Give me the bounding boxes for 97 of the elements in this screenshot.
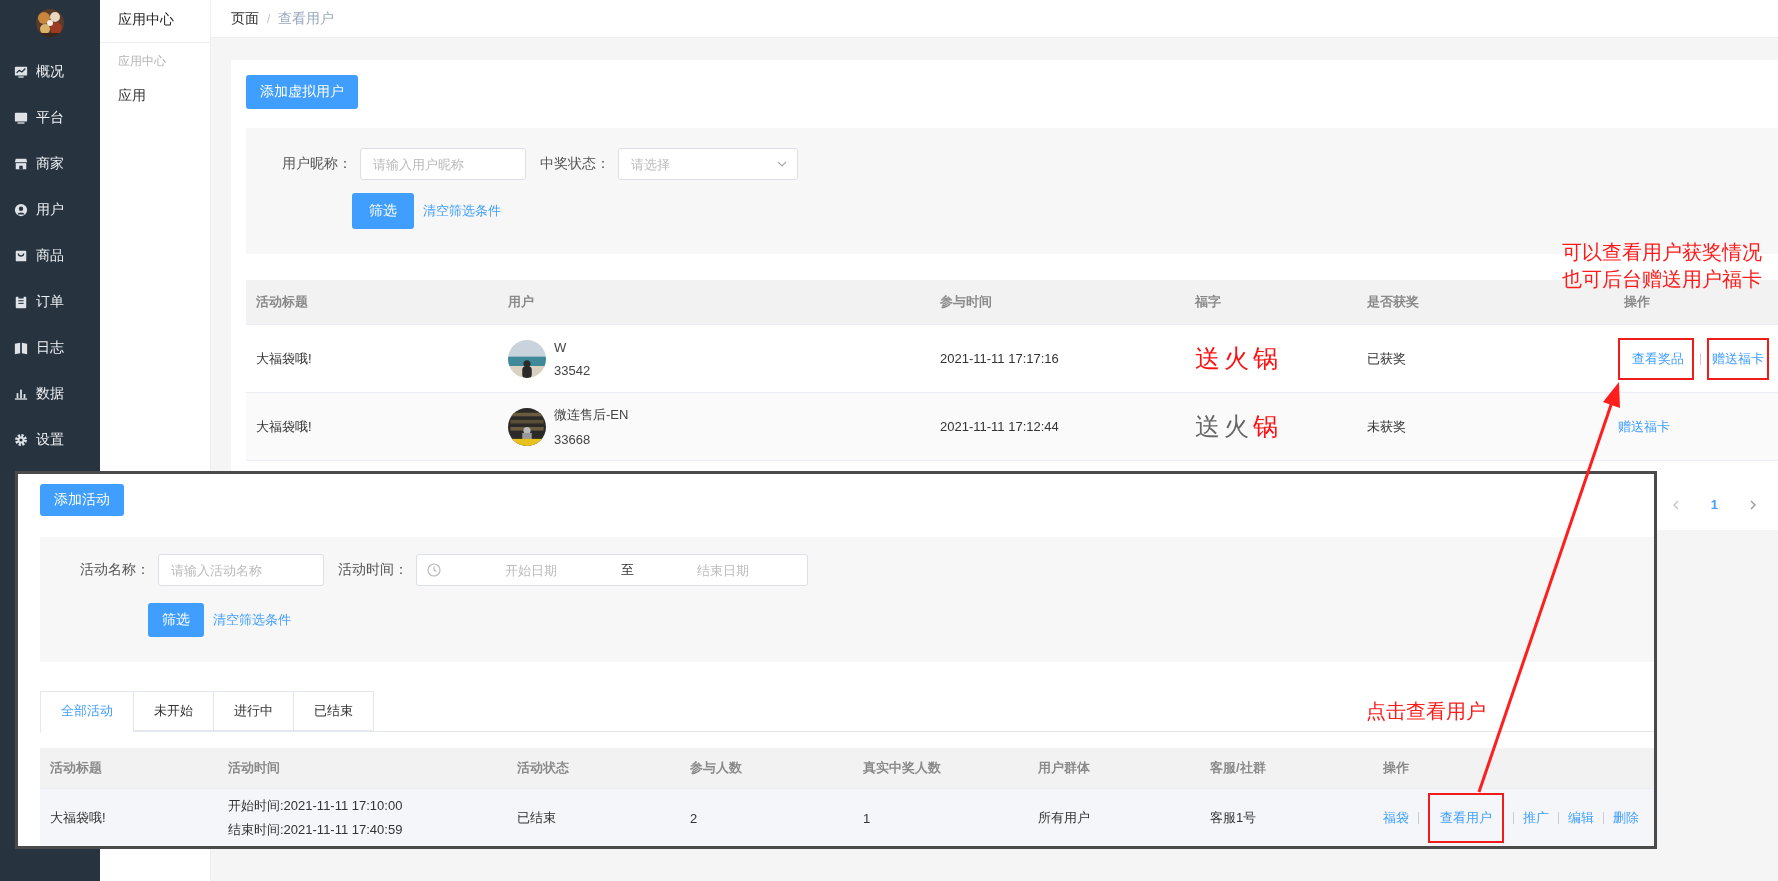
user-icon [14, 203, 28, 217]
tab[interactable]: 已结束 [293, 691, 374, 731]
group-label: 应用中心 [117, 53, 167, 70]
clipboard-icon [14, 295, 28, 309]
action-link[interactable]: 赠送福卡 [1618, 417, 1670, 436]
table-cell-text: 已结束 [516, 809, 557, 827]
sidebar-item[interactable]: 商家 [0, 141, 100, 187]
user-id: 33668 [554, 432, 592, 447]
book-icon [14, 341, 28, 355]
table-cell-text: 已获奖 [1366, 349, 1407, 368]
select-field[interactable]: 请选择 [618, 148, 798, 180]
action-link[interactable]: 查看用户 [1428, 793, 1504, 843]
sidebar-title: 应用中心 [100, 0, 210, 43]
clear-filters-link[interactable]: 清空筛选条件 [213, 611, 291, 629]
time-text: 开始时间:2021-11-11 17:10:00 [228, 797, 404, 815]
column-header: 活动时间 [227, 759, 281, 777]
user-name: 微连售后-EN [554, 406, 629, 424]
sidebar-item[interactable]: 设置 [0, 417, 100, 463]
time-text: 结束时间:2021-11-11 17:40:59 [228, 821, 404, 839]
column-header: 活动状态 [516, 759, 570, 777]
blessing-character: 锅 [1253, 343, 1278, 374]
column-header: 客服/社群 [1209, 759, 1267, 777]
chevron-right-icon [1748, 498, 1758, 511]
sidebar-item[interactable]: 平台 [0, 95, 100, 141]
annotation-text: 也可后台赠送用户福卡 [1562, 267, 1762, 292]
clear-filters-link[interactable]: 清空筛选条件 [423, 202, 501, 220]
sidebar-item[interactable]: 概况 [0, 49, 100, 95]
start-date-input[interactable]: 开始日期 [447, 562, 615, 578]
tab[interactable]: 全部活动 [40, 691, 133, 733]
annotation-text: 点击查看用户 [1366, 699, 1486, 724]
action-link[interactable]: 推广 [1523, 809, 1549, 827]
column-header: 福字 [1193, 293, 1222, 311]
monitor-icon [14, 111, 28, 125]
user-name: W [554, 339, 568, 355]
input-field[interactable]: 请输入活动名称 [158, 554, 324, 586]
column-header: 操作 [1623, 293, 1651, 311]
end-date-input[interactable]: 结束日期 [639, 562, 807, 578]
table-cell-text: 2021-11-11 17:12:44 [939, 419, 1060, 434]
field-label: 活动名称： [80, 561, 150, 579]
blessing-character: 送 [1195, 411, 1220, 442]
table-cell-text: 大福袋哦! [49, 809, 107, 827]
add-activity-button[interactable]: 添加活动 [40, 484, 124, 516]
bar-chart-icon [14, 387, 28, 401]
monitor-chart-icon [14, 65, 28, 79]
action-link[interactable]: 查看奖品 [1618, 337, 1694, 380]
action-link[interactable]: 福袋 [1383, 809, 1409, 827]
column-header: 真实中奖人数 [862, 759, 942, 777]
column-header: 操作 [1382, 759, 1410, 777]
blessing-character: 火 [1224, 411, 1249, 442]
tab[interactable]: 未开始 [133, 691, 213, 731]
sidebar-item[interactable]: 商品 [0, 233, 100, 279]
breadcrumb-separator: / [267, 11, 271, 26]
sidebar-item[interactable]: 用户 [0, 187, 100, 233]
action-link[interactable]: 编辑 [1568, 809, 1594, 827]
column-header: 是否获奖 [1366, 293, 1420, 311]
sidebar-item[interactable]: 数据 [0, 371, 100, 417]
field-label: 中奖状态： [540, 155, 610, 173]
column-header: 参与时间 [939, 293, 993, 311]
column-header: 用户群体 [1037, 759, 1091, 777]
settings-icon [14, 433, 28, 447]
sidebar-item[interactable]: 应用 [100, 73, 210, 105]
range-separator: 至 [620, 561, 634, 579]
action-link[interactable]: 赠送福卡 [1707, 337, 1769, 380]
add-virtual-user-button[interactable]: 添加虚拟用户 [246, 75, 358, 109]
blessing-character: 锅 [1253, 411, 1278, 442]
breadcrumb-item[interactable]: 页面 [231, 9, 259, 28]
filter-button[interactable]: 筛选 [148, 603, 204, 637]
field-label: 用户昵称： [282, 155, 352, 173]
user-id: 33542 [554, 362, 591, 378]
page-number[interactable]: 1 [1710, 497, 1718, 512]
column-header: 参与人数 [689, 759, 743, 777]
table-cell-text: 大福袋哦! [255, 349, 313, 368]
field-label: 活动时间： [338, 561, 408, 579]
store-icon [14, 157, 28, 171]
sidebar-item[interactable]: 日志 [0, 325, 100, 371]
table-cell-text: 2 [689, 810, 699, 826]
input-field[interactable]: 请输入用户昵称 [360, 148, 526, 180]
table-cell-text: 所有用户 [1037, 809, 1091, 827]
blessing-character: 送 [1195, 343, 1220, 374]
blessing-character: 火 [1224, 343, 1249, 374]
annotation-text: 可以查看用户获奖情况 [1562, 240, 1762, 265]
table-cell-text: 客服1号 [1209, 809, 1258, 827]
column-header: 活动标题 [49, 759, 103, 777]
bag-icon [14, 249, 28, 263]
action-link[interactable]: 删除 [1613, 809, 1639, 827]
breadcrumb-item: 查看用户 [278, 9, 335, 28]
column-header: 活动标题 [255, 293, 309, 311]
table-cell-text: 未获奖 [1366, 417, 1407, 436]
filter-button[interactable]: 筛选 [352, 193, 414, 229]
column-header: 用户 [507, 293, 535, 311]
date-range-field[interactable]: 开始日期 至 结束日期 [416, 554, 808, 586]
clock-icon [427, 563, 441, 577]
table-cell-text: 1 [862, 810, 872, 826]
table-cell-text: 大福袋哦! [255, 417, 313, 436]
tab[interactable]: 进行中 [213, 691, 293, 731]
table-cell-text: 2021-11-11 17:17:16 [939, 351, 1060, 366]
sidebar-item[interactable]: 订单 [0, 279, 100, 325]
